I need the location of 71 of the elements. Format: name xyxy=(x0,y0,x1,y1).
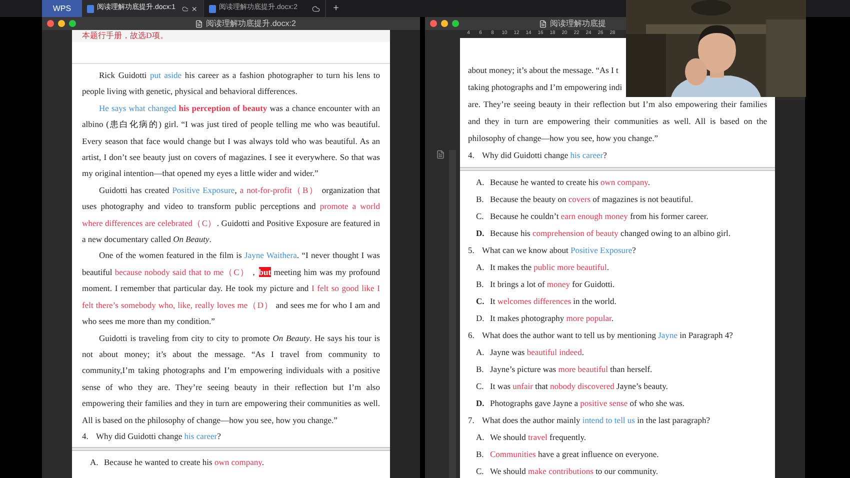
option-text: Jayne was beautiful indeed. xyxy=(490,346,584,359)
option-letter: C. xyxy=(476,380,485,393)
window-zoom-button[interactable] xyxy=(452,20,459,27)
paragraph: are. They’re seeing beauty in their reflection but I’m also empowering their families and they in turn are empowering their communities as well. All is based on the philosophy of change—how you see, how you change.” xyxy=(468,98,767,145)
option-letter: D. xyxy=(476,397,486,410)
option-letter: C. xyxy=(476,210,485,223)
question-text: What does the author mainly intend to tell us in the last paragraph? xyxy=(482,414,710,427)
paragraph: He says what changed his perception of beauty was a chance encounter with an albino (患白化病的) girl. “I was just tired of people telling me who was beautiful. Every season that face would change but I was always told who was beautiful. As an artist, I don’t see beauty just on covers of magazines. I see it everywhere. So that was my original intention—that opened my eyes a little wider and wider.” xyxy=(82,102,380,180)
window-title: 阅读理解功底提 xyxy=(550,18,606,30)
option-text: Because the beauty on covers of magazines is not beautiful. xyxy=(490,193,693,206)
option-letter: C. xyxy=(476,295,486,308)
option-text: We should travel frequently. xyxy=(490,431,586,444)
document-icon xyxy=(436,150,445,159)
option-text: It makes photography more popular. xyxy=(490,312,614,325)
option-letter: A. xyxy=(476,176,486,189)
option-text: It was unfair that nobody discovered Jayne’s beauty. xyxy=(490,380,668,393)
option-letter: B. xyxy=(476,278,485,291)
window-close-button[interactable] xyxy=(430,20,437,27)
option-text: It makes the public more beautiful. xyxy=(490,261,609,274)
paragraph: Guidotti has created Positive Exposure, a not-for-profit（B） organization that uses photography and video to transform public perceptions and promote a world where differences are celebrated（C）. Guidotti and Positive Exposure are featured in a new documentary called On Beauty. xyxy=(82,184,380,246)
question-text: What does the author want to tell us by mentioning Jayne in Paragraph 4? xyxy=(482,329,733,342)
app-button[interactable]: WPS xyxy=(42,0,82,17)
option-text: Because he wanted to create his own company. xyxy=(490,176,650,189)
document-icon xyxy=(195,20,204,28)
close-icon[interactable] xyxy=(191,4,198,12)
document-icon xyxy=(87,4,94,12)
cloud-icon xyxy=(182,4,188,12)
document-icon xyxy=(209,4,216,12)
window-close-button[interactable] xyxy=(47,20,54,27)
new-tab-button[interactable]: + xyxy=(326,0,346,17)
paragraph: Rick Guidotti put aside his career as a fashion photographer to turn his lens to people living with genetic, physical and behavioral differences. xyxy=(82,69,380,98)
option-text: Because his comprehension of beauty changed owing to an albino girl. xyxy=(490,227,731,240)
option-text: Because he couldn’t earn enough money from his former career. xyxy=(490,210,708,223)
window-zoom-button[interactable] xyxy=(69,20,76,27)
question-text: What can we know about Positive Exposure? xyxy=(482,244,636,257)
option-letter: A. xyxy=(476,431,486,444)
scrollbar[interactable] xyxy=(390,30,420,478)
option-letter: B. xyxy=(476,363,485,376)
question-text: Why did Guidotti change his career? xyxy=(96,430,221,443)
option-text: It welcomes differences in the world. xyxy=(490,295,616,308)
option-text: We should make contributions to our community. xyxy=(490,465,658,478)
option-letter: D. xyxy=(476,312,486,325)
cloud-icon xyxy=(312,4,320,12)
answer-note: 本题行手册，故选D项。 xyxy=(82,30,169,42)
document-icon xyxy=(539,20,547,28)
question-number: 4. xyxy=(82,430,90,443)
option-letter: B. xyxy=(476,193,485,206)
window-minimize-button[interactable] xyxy=(441,20,448,27)
option-text: Because he wanted to create his own company. xyxy=(104,456,264,470)
option-letter: C. xyxy=(476,465,485,478)
option-letter: B. xyxy=(476,448,485,461)
question-number: 6. xyxy=(468,329,476,342)
paragraph: One of the women featured in the film is Jayne Waithera. “I never thought I was beautiful because nobody said that to me（C），but meeting him was my profound moment. I remember that particular day. He took my picture and I felt so good like I felt there’s somebody who, like, really loves me（D） and sees me for who I am and who sees me more than my condition.” xyxy=(82,249,380,328)
question-number: 5. xyxy=(468,244,476,257)
option-letter: A. xyxy=(90,456,100,470)
option-text: Jayne’s picture was more beautiful than herself. xyxy=(490,363,652,376)
option-text: Photographs gave Jayne a positive sense of who she was. xyxy=(490,397,685,410)
paragraph-line: about money; it’s about the message. “As I t xyxy=(468,64,620,77)
option-letter: A. xyxy=(476,346,486,359)
option-letter: A. xyxy=(476,261,486,274)
scrollbar[interactable] xyxy=(775,100,805,478)
window-title: 阅读理解功底提升.docx:2 xyxy=(206,18,296,30)
question-number: 4. xyxy=(468,149,476,162)
window-minimize-button[interactable] xyxy=(58,20,65,27)
option-text: Communities have a great influence on everyone. xyxy=(490,448,659,461)
paragraph-line: taking photographs and I’m empowering indi xyxy=(468,81,624,94)
question-number: 7. xyxy=(468,414,476,427)
option-letter: D. xyxy=(476,227,486,240)
paragraph: Guidotti is traveling from city to city to promote On Beauty. He says his tour is not about money; it’s about the message. “As I travel from community to community,I’m taking photographs and I’m empowering individuals with a positive sense of who they are. They’re seeing beauty in their reflection but I’m also empowering their families and they in turn are empowering their communities as well. All is based on the philosophy of change—how you see, how you change.” xyxy=(82,332,380,427)
question-text: Why did Guidotti change his career? xyxy=(482,149,607,162)
option-text: It brings a lot of money for Guidotti. xyxy=(490,278,615,291)
